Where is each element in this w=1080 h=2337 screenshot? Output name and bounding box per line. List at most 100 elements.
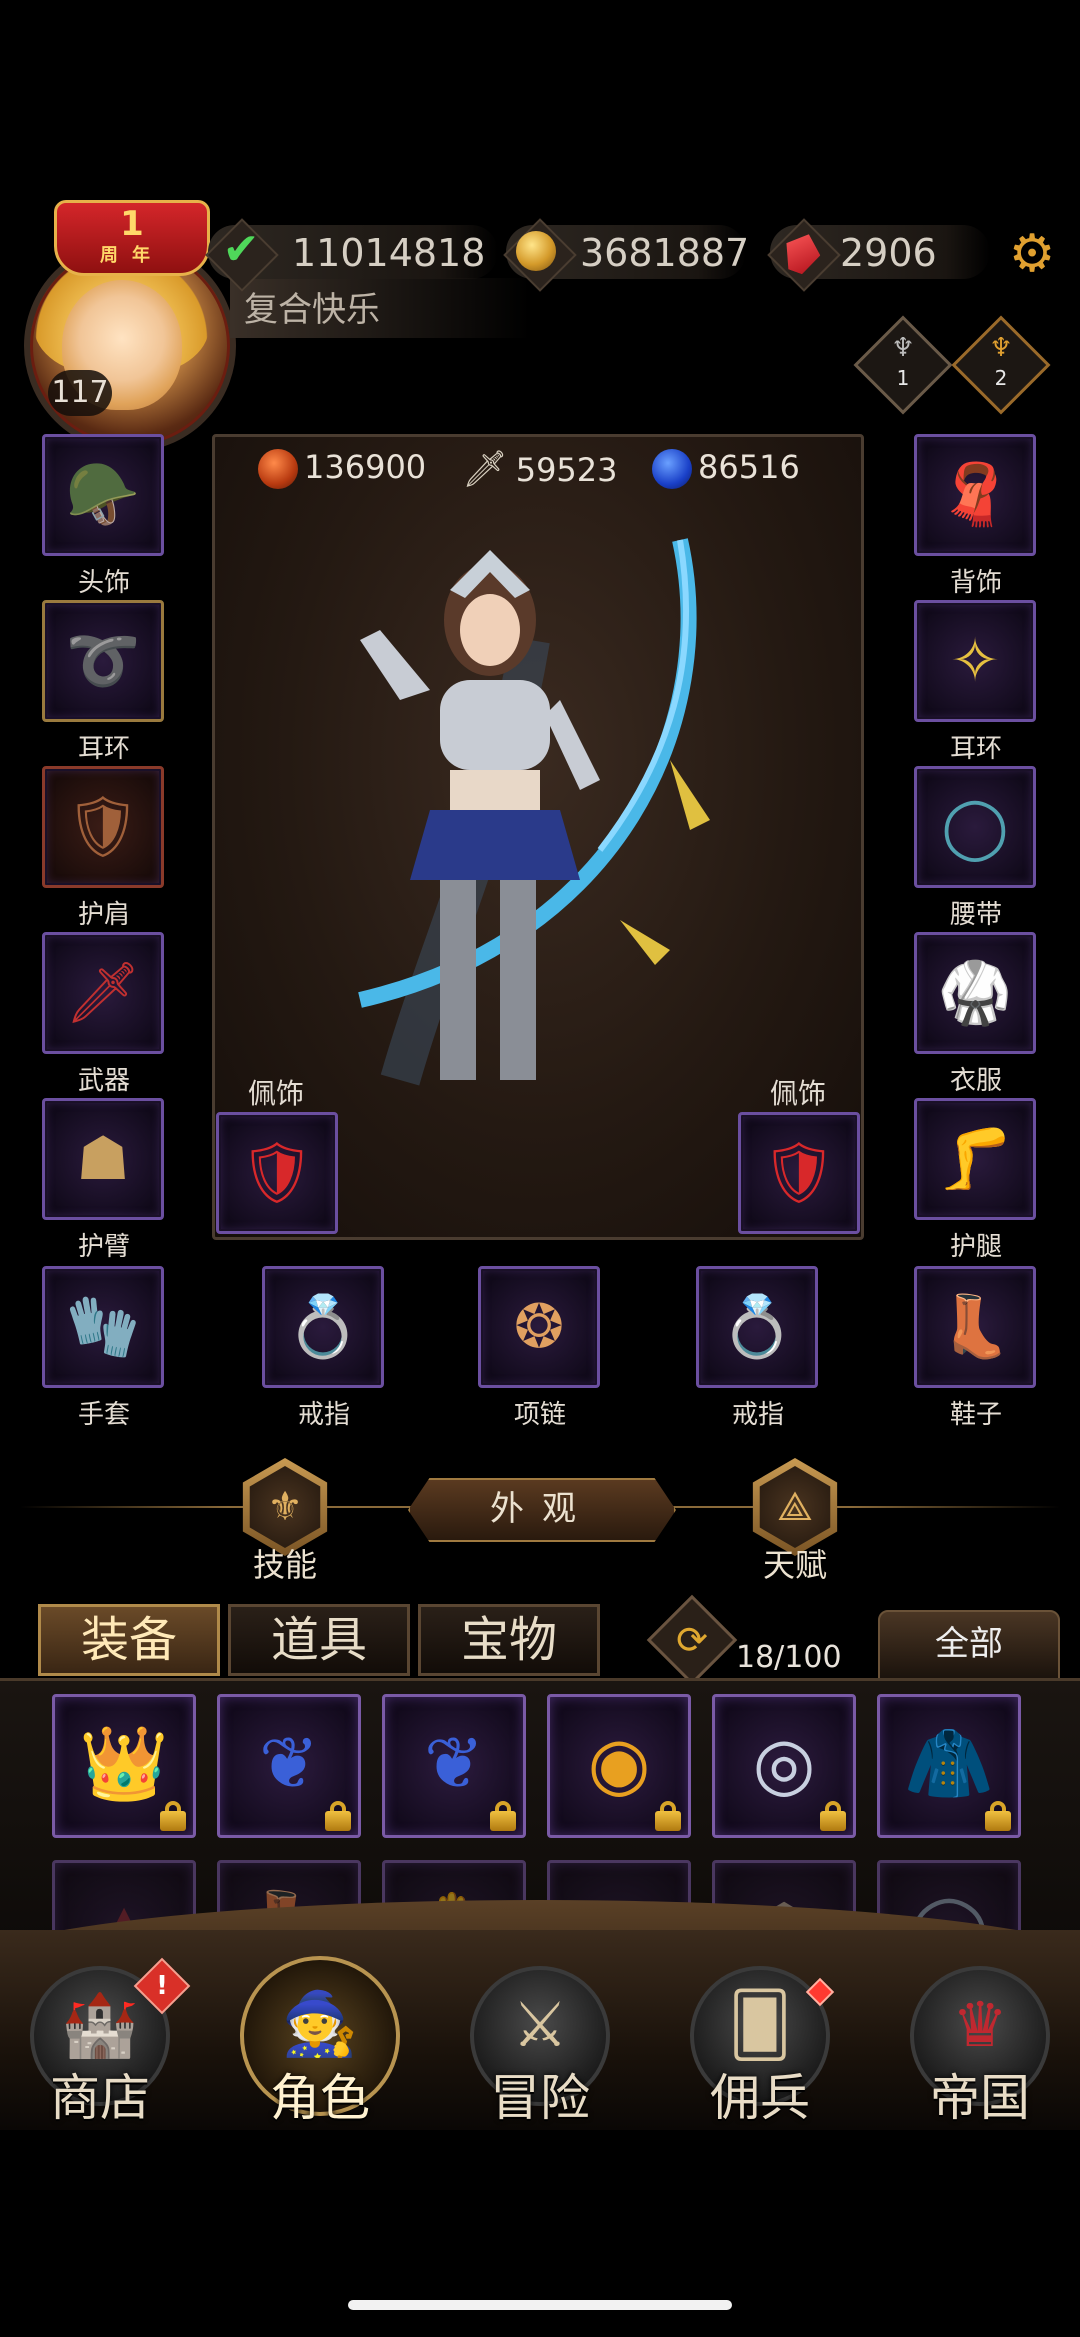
sword-icon: 🗡 (462, 449, 508, 490)
slot-label: 耳环 (77, 734, 130, 764)
nav-label: 佣兵 (710, 2069, 810, 2127)
lock-icon (817, 1801, 849, 1831)
player-avatar[interactable]: 1 周年 117 (14, 200, 244, 452)
attack-value: 59523 (515, 451, 618, 489)
inventory-item-ring[interactable]: ◎ (712, 1694, 856, 1838)
rank-emblem-icon: ♆ (989, 333, 1013, 363)
slot-headwear[interactable]: 🪖 (42, 434, 164, 556)
home-indicator[interactable] (348, 2300, 732, 2310)
shop-icon: 🏰 (61, 1988, 139, 2062)
slot-earring-left[interactable]: ➰ (42, 600, 164, 722)
slot-weapon[interactable]: 🗡 (42, 932, 164, 1054)
ring-icon: ◉ (587, 1721, 651, 1806)
helmet-icon: 🪖 (65, 460, 141, 530)
pendant-icon: ❦ (258, 1721, 320, 1806)
hp-orb-icon (258, 449, 298, 489)
skills-label: 技能 (252, 1546, 317, 1584)
gauntlet-icon: 🧤 (65, 1292, 141, 1362)
crossed-swords-icon: ⚔ (512, 1988, 568, 2062)
checkmark-icon: ✔ (222, 224, 260, 275)
mana-value: 86516 (698, 448, 800, 486)
slot-label: 戒指 (731, 1400, 784, 1430)
appearance-button[interactable]: 外观 (408, 1478, 676, 1542)
rank-badge-1[interactable]: ♆ 1 (853, 315, 953, 415)
stat-attack: 🗡 59523 (462, 448, 618, 494)
slot-label: 头饰 (77, 568, 130, 598)
lock-icon (982, 1801, 1014, 1831)
crown-icon: 👑 (79, 1721, 169, 1806)
slot-ring-right[interactable]: 💍 (696, 1266, 818, 1388)
hero-arm (360, 630, 430, 700)
hero-leg-right (500, 880, 536, 1080)
slot-label: 腰带 (949, 900, 1002, 930)
stat-mana: 86516 (652, 448, 800, 494)
tab-items[interactable]: 道具 (228, 1604, 410, 1676)
slot-armor[interactable]: 🥋 (914, 932, 1036, 1054)
gem-value: 2906 (840, 231, 937, 275)
ring-icon: 💍 (719, 1292, 795, 1362)
nav-label: 角色 (270, 2069, 370, 2127)
gold-coin-icon (516, 231, 556, 271)
inventory-item-cape[interactable]: 🧥 (877, 1694, 1021, 1838)
slot-gloves[interactable]: 🧤 (42, 1266, 164, 1388)
hero-character-portrait (358, 538, 710, 1086)
slot-earring-right[interactable]: ✧ (914, 600, 1036, 722)
stamina-resource: ✔ 11014818 (205, 218, 498, 292)
slot-greaves[interactable]: 🦵 (914, 1098, 1036, 1220)
stat-hp: 136900 (258, 448, 426, 494)
earring-icon: ✧ (949, 626, 1001, 696)
filter-all-button[interactable]: 全部 (878, 1610, 1060, 1682)
rank-badge-2[interactable]: ♆ 2 (951, 315, 1051, 415)
slot-belt[interactable]: ◯ (914, 766, 1036, 888)
hero-leg-left (440, 880, 476, 1080)
sword-icon: 🗡 (64, 958, 142, 1028)
pauldron-icon: 🛡 (64, 792, 142, 862)
talent-emblem-icon: ⟁ (759, 1466, 831, 1548)
slot-label: 武器 (77, 1066, 130, 1096)
mana-orb-icon (652, 449, 692, 489)
nav-label: 冒险 (490, 2069, 590, 2127)
inventory-item-necklace[interactable]: ❦ (382, 1694, 526, 1838)
gem-resource: 2906 (767, 218, 990, 292)
slot-label: 护肩 (77, 900, 130, 930)
slot-label: 背饰 (949, 568, 1002, 598)
anniversary-badge: 1 周年 (54, 200, 210, 276)
armor-icon: 🥋 (937, 958, 1013, 1028)
lock-icon (322, 1801, 354, 1831)
hp-value: 136900 (304, 448, 427, 486)
accessory-label-right: 佩饰 (769, 1077, 826, 1110)
slot-bracer[interactable]: ☗ (42, 1098, 164, 1220)
slot-boots[interactable]: 👢 (914, 1266, 1036, 1388)
boots-icon: 👢 (937, 1292, 1013, 1362)
inventory-item-necklace[interactable]: ❦ (217, 1694, 361, 1838)
tab-equipment[interactable]: 装备 (38, 1604, 220, 1676)
slot-ring-left[interactable]: 💍 (262, 1266, 384, 1388)
inventory-count: 18/100 (736, 1640, 842, 1675)
tab-treasures[interactable]: 宝物 (418, 1604, 600, 1676)
settings-gear-icon[interactable]: ⚙ (1006, 228, 1058, 280)
slot-label: 项链 (513, 1400, 566, 1430)
amulet-icon: 🛡 (760, 1138, 838, 1208)
slot-necklace[interactable]: ❂ (478, 1266, 600, 1388)
slot-back[interactable]: 🧣 (914, 434, 1036, 556)
slot-label: 护腿 (949, 1232, 1002, 1262)
slot-label: 护臂 (77, 1232, 130, 1262)
rank-value: 1 (896, 366, 910, 390)
necklace-icon: ❂ (513, 1292, 565, 1362)
lock-icon (487, 1801, 519, 1831)
talent-label: 天赋 (762, 1546, 827, 1584)
nav-label: 帝国 (930, 2069, 1030, 2127)
slot-label: 手套 (77, 1400, 130, 1430)
mercenary-icon: 🂠 (728, 1988, 792, 2062)
slot-label: 戒指 (297, 1400, 350, 1430)
inventory-item-crown[interactable]: 👑 (52, 1694, 196, 1838)
rank-emblem-icon: ♆ (891, 333, 915, 363)
slot-accessory-left[interactable]: 🛡 (216, 1112, 338, 1234)
refresh-button[interactable]: ⟳ (646, 1594, 738, 1686)
bracer-icon: ☗ (76, 1124, 130, 1194)
belt-icon: ◯ (941, 792, 1009, 862)
slot-shoulder[interactable]: 🛡 (42, 766, 164, 888)
slot-accessory-right[interactable]: 🛡 (738, 1112, 860, 1234)
inventory-item-ring[interactable]: ◉ (547, 1694, 691, 1838)
player-level: 117 (48, 370, 112, 416)
